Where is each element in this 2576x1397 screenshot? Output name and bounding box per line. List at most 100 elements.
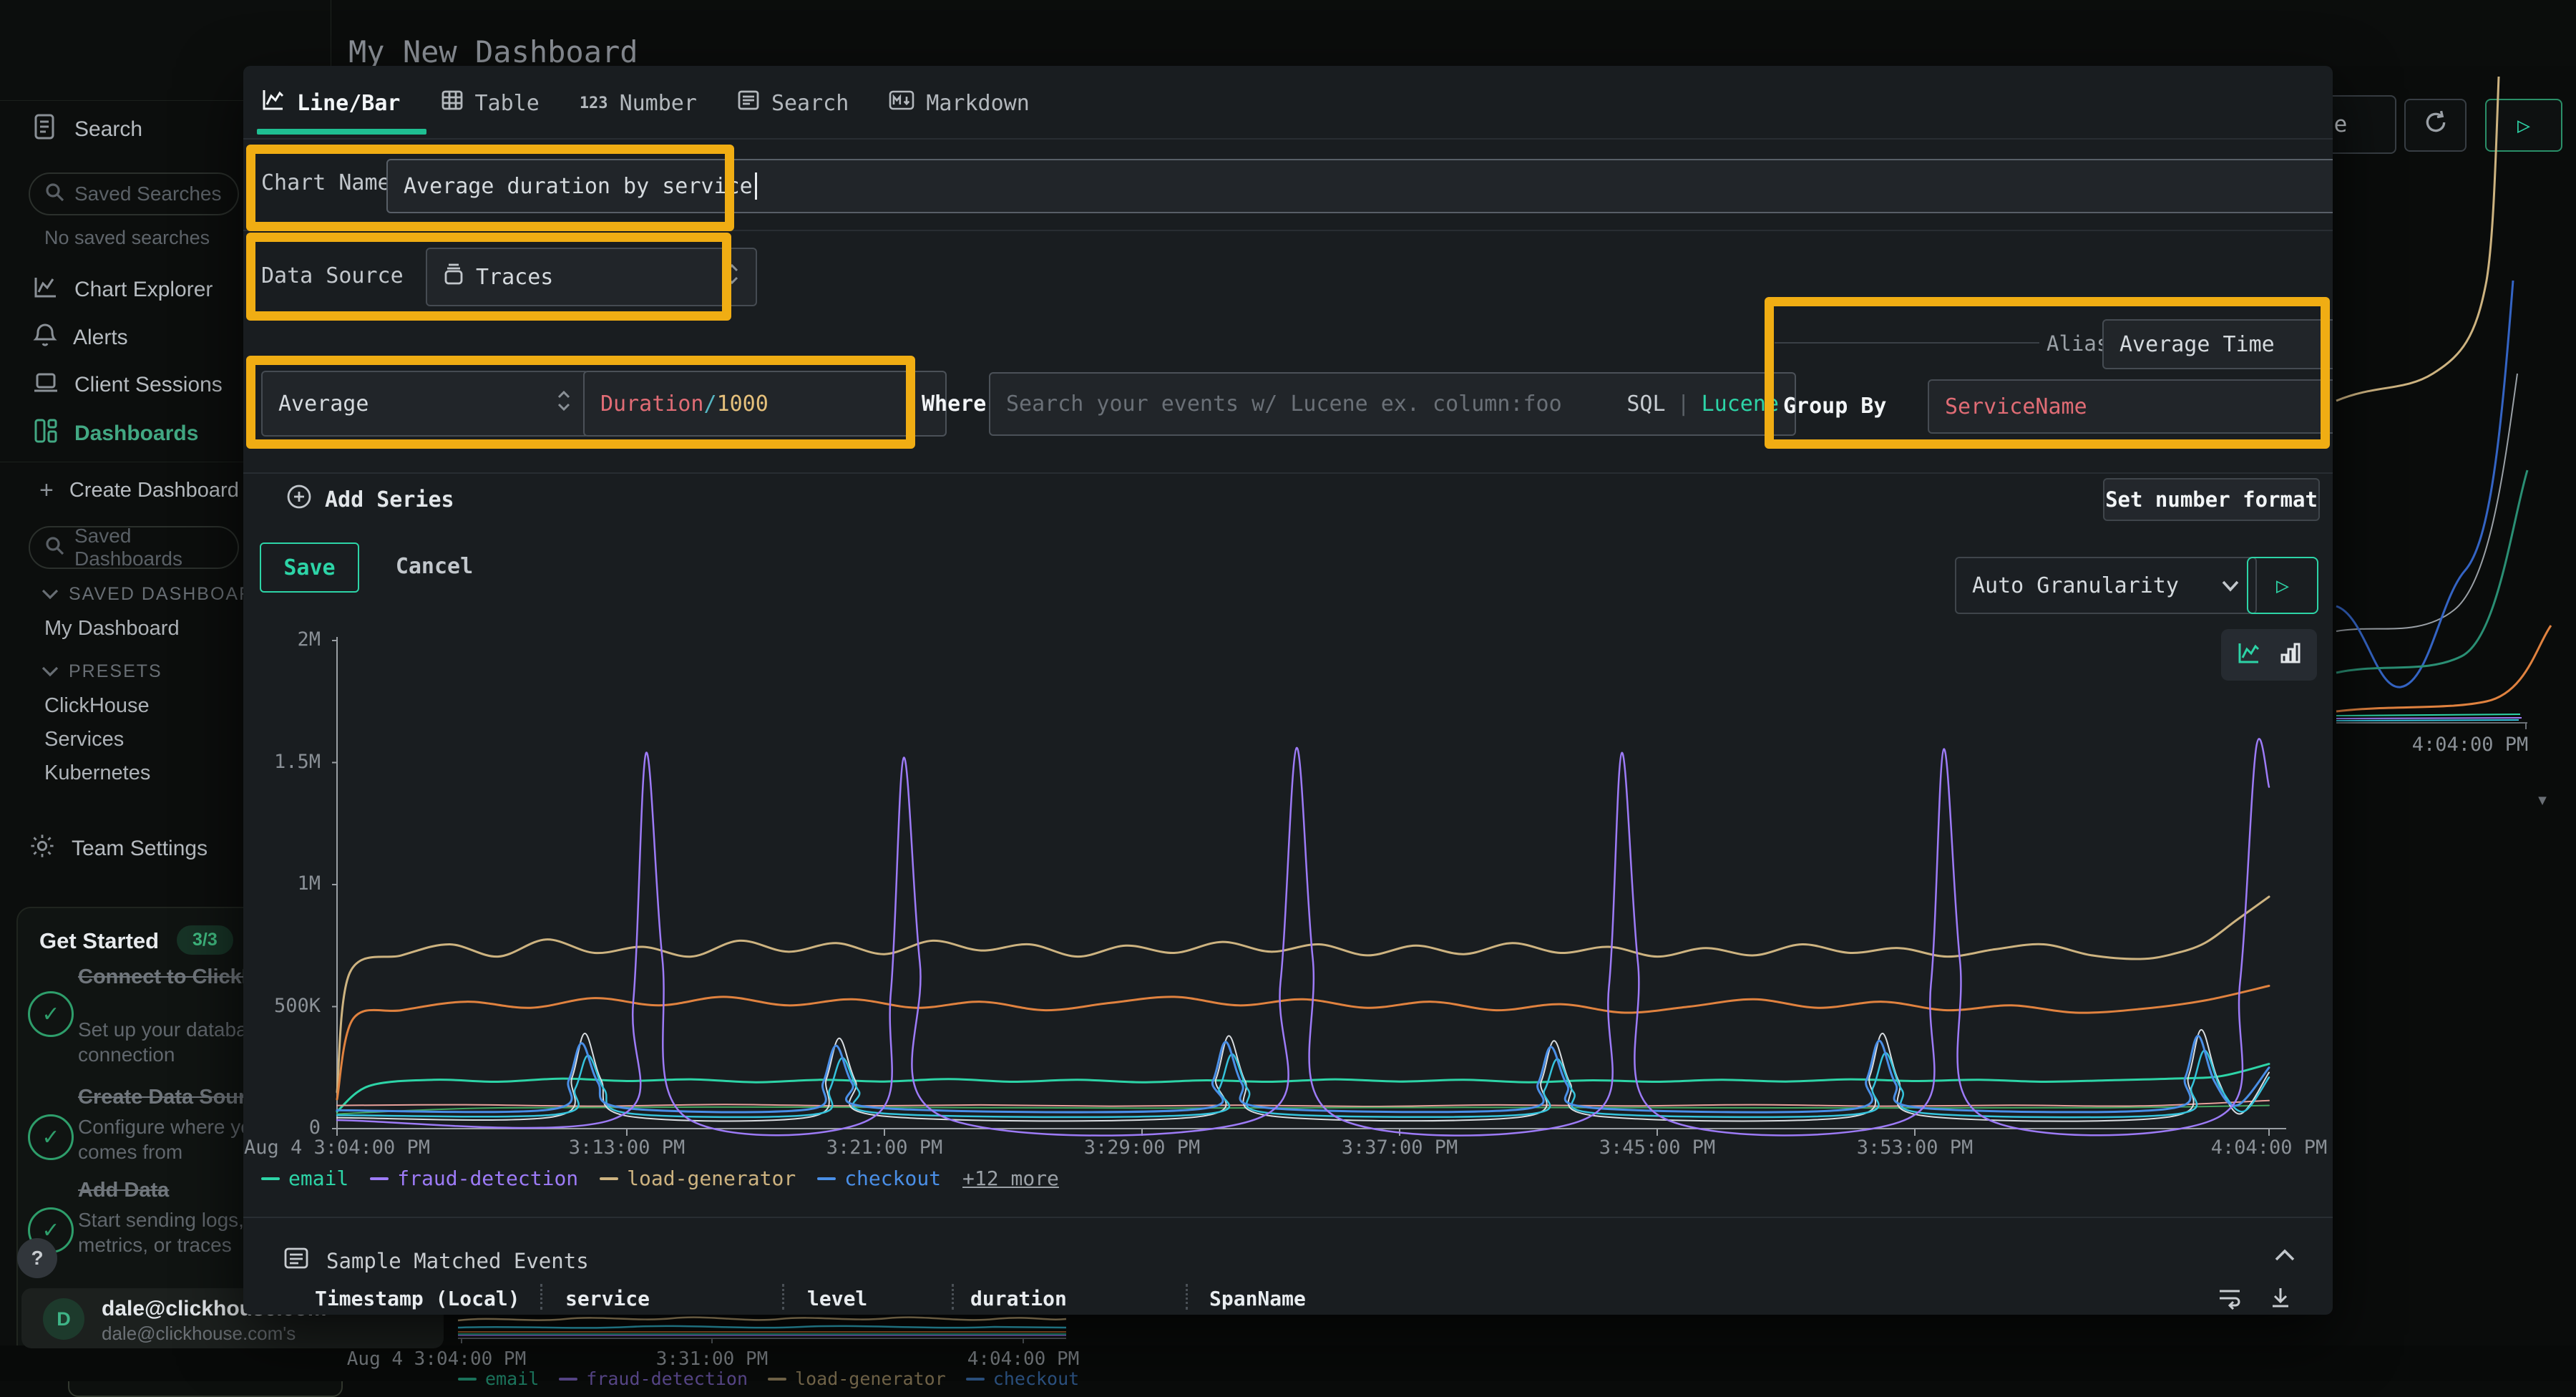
cancel-button[interactable]: Cancel bbox=[374, 542, 495, 590]
legend-dash-icon bbox=[261, 1177, 280, 1180]
sidebar-item-chart-explorer[interactable]: Chart Explorer bbox=[33, 275, 213, 305]
bg-axis-tick: Aug 4 3:04:00 PM bbox=[329, 1348, 544, 1370]
sidebar-item-kubernetes[interactable]: Kubernetes bbox=[44, 761, 150, 785]
x-tick-label: 3:21:00 PM bbox=[770, 1136, 999, 1159]
legend-item-load-generator: load-generator bbox=[768, 1368, 946, 1389]
group-by-input[interactable]: ServiceName bbox=[1928, 379, 2333, 434]
sidebar-item-search[interactable]: Search bbox=[33, 113, 142, 146]
y-tick-label: 0 bbox=[243, 1116, 321, 1139]
legend-dash-icon bbox=[370, 1177, 389, 1180]
sidebar-item-client-sessions[interactable]: Client Sessions bbox=[33, 370, 223, 400]
set-number-format-button[interactable]: Set number format bbox=[2103, 478, 2320, 521]
field-token: Duration bbox=[600, 391, 704, 417]
check-icon: ✓ bbox=[28, 1114, 74, 1160]
y-tick-label: 1.5M bbox=[243, 751, 321, 773]
column-separator[interactable] bbox=[952, 1284, 954, 1310]
granularity-select[interactable]: Auto Granularity bbox=[1955, 557, 2257, 614]
background-right-axis-label: 4:04:00 PM bbox=[2399, 734, 2542, 756]
legend-item-email[interactable]: email bbox=[261, 1167, 348, 1190]
download-icon[interactable] bbox=[2268, 1285, 2293, 1313]
legend-item-checkout: checkout bbox=[966, 1368, 1079, 1389]
help-button[interactable]: ? bbox=[17, 1238, 57, 1278]
legend-item-load-generator[interactable]: load-generator bbox=[600, 1167, 796, 1190]
legend-item-fraud-detection[interactable]: fraud-detection bbox=[370, 1167, 578, 1190]
dashboards-icon bbox=[33, 417, 59, 450]
sidebar-item-alerts[interactable]: Alerts bbox=[33, 322, 128, 354]
tab-number[interactable]: 123 Number bbox=[580, 91, 697, 116]
legend-more-link[interactable]: +12 more bbox=[962, 1167, 1059, 1190]
field-expression: Duration/1000 bbox=[600, 391, 769, 417]
avatar: D bbox=[43, 1298, 84, 1340]
bar-chart-toggle-icon[interactable] bbox=[2280, 642, 2301, 668]
column-header-timestamp[interactable]: Timestamp (Local) bbox=[315, 1287, 520, 1310]
sidebar-item-dashboards[interactable]: Dashboards bbox=[33, 417, 198, 450]
column-header-level[interactable]: level bbox=[807, 1287, 867, 1310]
sidebar-item-team-settings[interactable]: Team Settings bbox=[29, 832, 208, 865]
legend-item-fraud-detection: fraud-detection bbox=[559, 1368, 748, 1389]
bell-icon bbox=[33, 322, 57, 354]
column-separator[interactable] bbox=[782, 1284, 784, 1310]
column-header-duration[interactable]: duration bbox=[970, 1287, 1067, 1310]
tab-table[interactable]: Table bbox=[441, 89, 540, 117]
saved-dashboards-input[interactable]: Saved Dashboards bbox=[29, 526, 239, 569]
123-icon: 123 bbox=[580, 94, 608, 112]
timeseries-chart[interactable] bbox=[329, 630, 2290, 1138]
chart-name-input[interactable]: Average duration by service bbox=[386, 159, 2333, 213]
magnifier-icon bbox=[44, 535, 64, 560]
tab-markdown[interactable]: Markdown bbox=[889, 89, 1030, 117]
editor-tabs: Line/Bar Table 123 Number Search bbox=[261, 89, 1030, 117]
events-table-header: Timestamp (Local) service level duration… bbox=[243, 1282, 2333, 1315]
check-icon: ✓ bbox=[28, 991, 74, 1037]
circle-plus-icon bbox=[286, 484, 312, 515]
legend-item-checkout[interactable]: checkout bbox=[817, 1167, 941, 1190]
run-chart-button[interactable]: ▷ bbox=[2247, 557, 2318, 614]
add-series-button[interactable]: Add Series bbox=[286, 484, 454, 515]
get-started-badge: 3/3 bbox=[177, 925, 233, 955]
list-icon bbox=[283, 1245, 309, 1276]
series-line-other-4 bbox=[337, 1101, 2269, 1106]
table-icon bbox=[441, 89, 464, 117]
data-source-select[interactable]: Traces bbox=[426, 248, 757, 306]
line-chart-toggle-icon[interactable] bbox=[2237, 642, 2261, 668]
presets-section-header[interactable]: PRESETS bbox=[42, 661, 162, 682]
tab-line-bar[interactable]: Line/Bar bbox=[261, 89, 401, 117]
text-caret bbox=[755, 172, 757, 200]
field-token: 1000 bbox=[717, 391, 769, 417]
where-search-input[interactable]: Search your events w/ Lucene ex. column:… bbox=[989, 372, 1796, 436]
wrap-lines-icon[interactable] bbox=[2217, 1285, 2243, 1313]
divider bbox=[243, 1217, 2333, 1218]
x-tick-label: Aug 4 3:04:00 PM bbox=[243, 1136, 452, 1159]
group-by-label: Group By bbox=[1783, 394, 1887, 419]
legend-label: checkout bbox=[844, 1167, 941, 1190]
laptop-icon bbox=[33, 370, 59, 400]
column-header-spanname[interactable]: SpanName bbox=[1209, 1287, 1306, 1310]
column-separator[interactable] bbox=[540, 1284, 542, 1310]
markdown-icon bbox=[889, 89, 914, 117]
series-line-load-generator bbox=[337, 897, 2269, 1092]
tab-search[interactable]: Search bbox=[737, 89, 849, 117]
search-doc-icon bbox=[33, 113, 59, 146]
sql-mode-toggle[interactable]: SQL bbox=[1626, 391, 1665, 417]
collapse-chevron-icon[interactable] bbox=[2274, 1248, 2296, 1265]
create-dashboard-button[interactable]: + Create Dashboard bbox=[39, 477, 239, 505]
chart-name-label: Chart Name bbox=[261, 170, 391, 195]
field-expression-input[interactable]: Duration/1000 bbox=[583, 371, 947, 437]
divider bbox=[243, 138, 2333, 140]
gear-icon bbox=[29, 832, 56, 865]
legend-dash-icon bbox=[458, 1378, 477, 1381]
sidebar-item-clickhouse[interactable]: ClickHouse bbox=[44, 694, 150, 718]
saved-searches-input[interactable]: Saved Searches bbox=[29, 172, 239, 215]
active-tab-underline bbox=[257, 129, 426, 135]
sidebar-item-my-dashboard[interactable]: My Dashboard bbox=[44, 617, 180, 641]
lucene-mode-toggle[interactable]: Lucene bbox=[1702, 391, 1779, 417]
save-button[interactable]: Save bbox=[260, 542, 359, 593]
alias-input[interactable]: Average Time bbox=[2102, 319, 2333, 369]
line-chart-icon bbox=[261, 89, 286, 117]
sidebar-item-services[interactable]: Services bbox=[44, 728, 124, 751]
search-list-icon bbox=[737, 89, 760, 117]
sample-events-header[interactable]: Sample Matched Events bbox=[283, 1245, 589, 1276]
column-header-service[interactable]: service bbox=[565, 1287, 650, 1310]
app-header: HyperDX My New Dashboard Save ▷ bbox=[0, 0, 2576, 66]
aggregation-select[interactable]: Average bbox=[261, 371, 589, 437]
column-separator[interactable] bbox=[1186, 1284, 1188, 1310]
